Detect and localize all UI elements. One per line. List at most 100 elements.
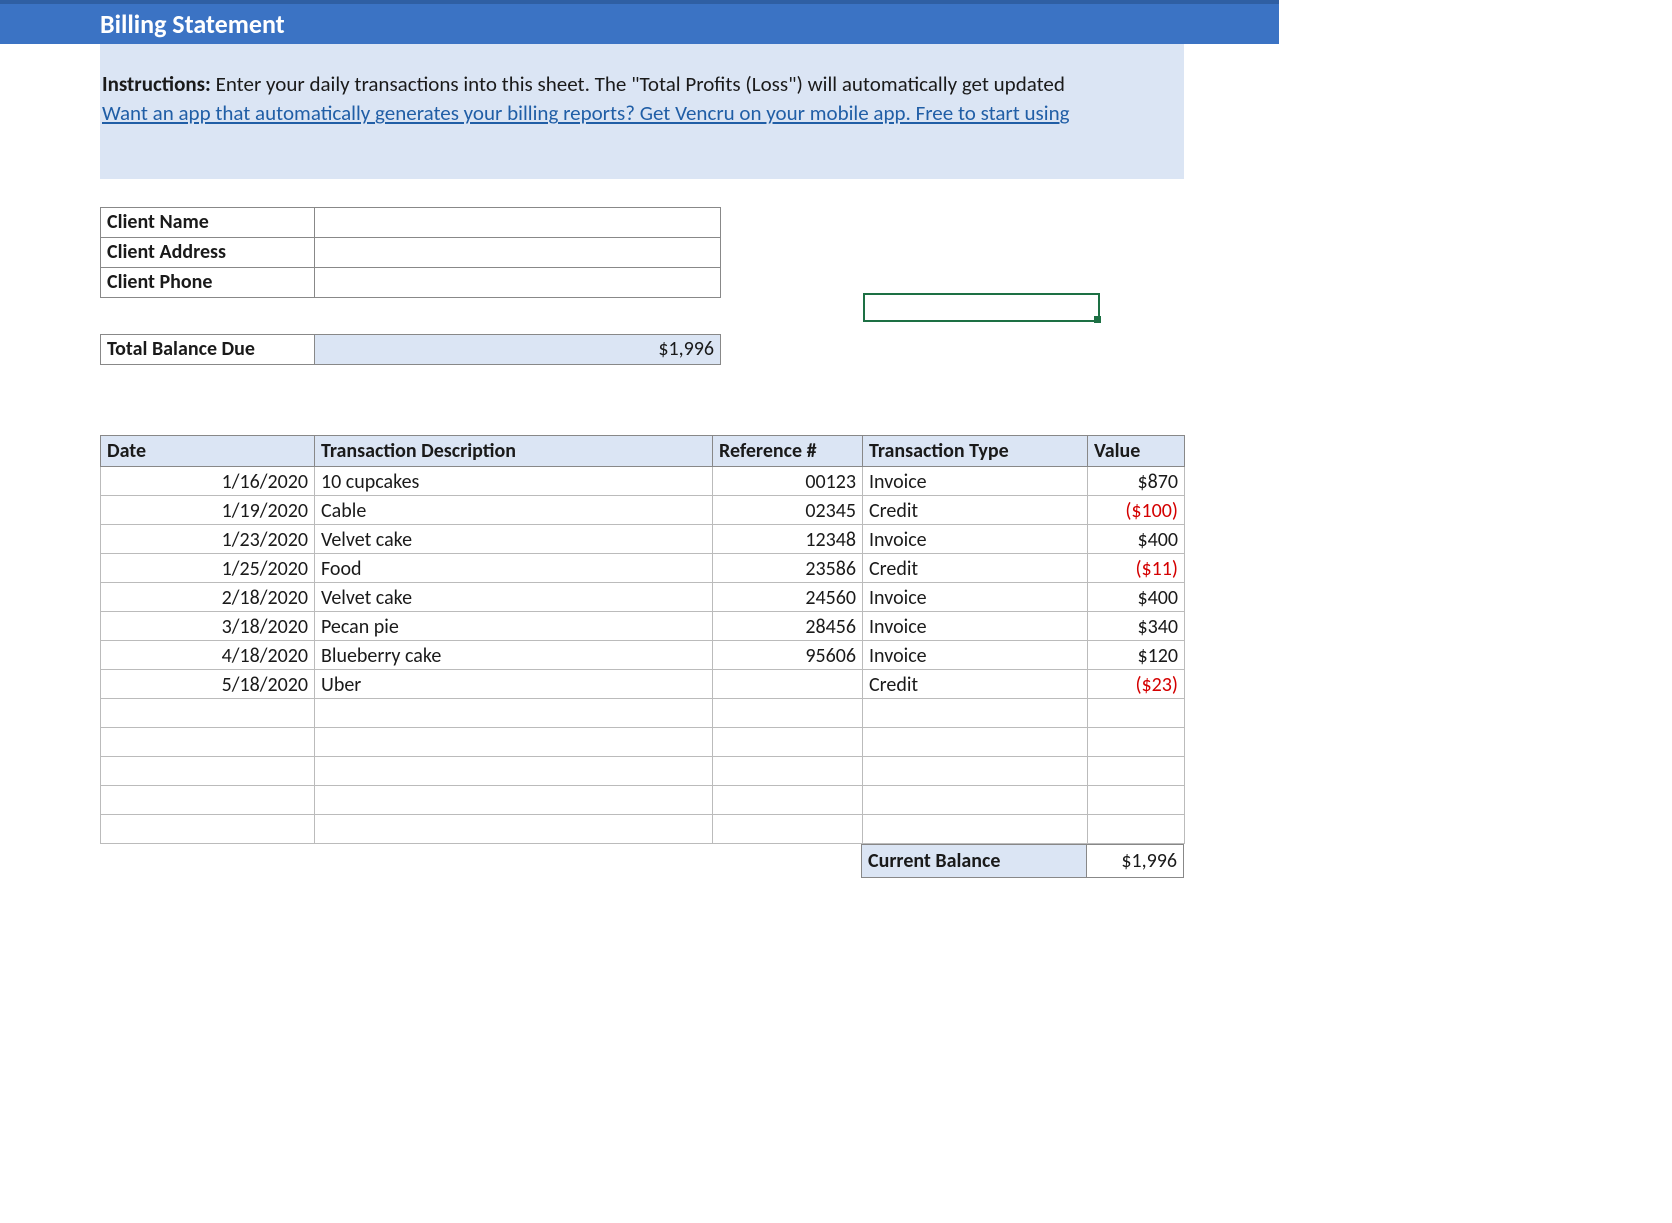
cell-date[interactable] [101,756,315,785]
cell-value[interactable] [1088,727,1185,756]
cell-ref[interactable]: 02345 [713,495,863,524]
cell-date[interactable]: 2/18/2020 [101,582,315,611]
cell-date[interactable]: 1/25/2020 [101,553,315,582]
tx-header-row: Date Transaction Description Reference #… [101,435,1185,466]
cell-desc[interactable]: Velvet cake [315,582,713,611]
cell-type[interactable] [863,756,1088,785]
instructions-lead: Instructions: [102,71,211,97]
cell-value[interactable]: ($11) [1088,553,1185,582]
client-phone-cell[interactable] [315,267,721,297]
cell-type[interactable]: Credit [863,669,1088,698]
cell-date[interactable] [101,814,315,843]
cell-date[interactable]: 4/18/2020 [101,640,315,669]
cell-ref[interactable] [713,785,863,814]
cell-type[interactable]: Credit [863,495,1088,524]
cell-type[interactable] [863,727,1088,756]
th-ref[interactable]: Reference # [713,435,863,466]
table-row [101,756,1185,785]
instructions-panel: Instructions: Enter your daily transacti… [100,44,1184,179]
client-address-row: Client Address [101,237,721,267]
table-row: 3/18/2020Pecan pie28456Invoice$340 [101,611,1185,640]
cell-ref[interactable] [713,756,863,785]
instructions-body: Enter your daily transactions into this … [211,71,1065,97]
cell-desc[interactable] [315,727,713,756]
client-address-cell[interactable] [315,237,721,267]
cell-desc[interactable]: Uber [315,669,713,698]
cell-type[interactable] [863,814,1088,843]
table-row: 1/25/2020Food23586Credit($11) [101,553,1185,582]
total-balance-row: Total Balance Due $1,996 [101,334,721,364]
client-name-label: Client Name [101,207,315,237]
cell-value[interactable] [1088,785,1185,814]
cell-type[interactable]: Invoice [863,524,1088,553]
instructions-link[interactable]: Want an app that automatically generates… [102,100,1070,126]
cell-ref[interactable]: 00123 [713,466,863,495]
cell-type[interactable]: Invoice [863,582,1088,611]
cell-ref[interactable]: 12348 [713,524,863,553]
title-bar: Billing Statement [0,0,1279,44]
client-table: Client Name Client Address Client Phone [100,207,721,298]
cell-ref[interactable]: 23586 [713,553,863,582]
cell-value[interactable] [1088,698,1185,727]
cell-value[interactable]: $870 [1088,466,1185,495]
balance-table: Total Balance Due $1,996 [100,334,721,365]
current-balance-table: Current Balance $1,996 [861,844,1184,878]
cell-desc[interactable] [315,814,713,843]
cell-date[interactable]: 5/18/2020 [101,669,315,698]
table-row: 1/23/2020Velvet cake12348Invoice$400 [101,524,1185,553]
th-value[interactable]: Value [1088,435,1185,466]
cell-value[interactable]: $120 [1088,640,1185,669]
total-balance-value[interactable]: $1,996 [315,334,721,364]
cell-desc[interactable]: Pecan pie [315,611,713,640]
cell-date[interactable] [101,785,315,814]
cell-desc[interactable]: Velvet cake [315,524,713,553]
cell-date[interactable]: 1/16/2020 [101,466,315,495]
table-row: 1/16/202010 cupcakes00123Invoice$870 [101,466,1185,495]
th-desc[interactable]: Transaction Description [315,435,713,466]
table-row: 1/19/2020Cable02345Credit($100) [101,495,1185,524]
cell-value[interactable] [1088,756,1185,785]
th-date[interactable]: Date [101,435,315,466]
table-row [101,698,1185,727]
current-balance-label: Current Balance [862,844,1087,877]
table-row [101,785,1185,814]
cell-value[interactable]: ($100) [1088,495,1185,524]
cell-desc[interactable]: Blueberry cake [315,640,713,669]
cell-ref[interactable]: 95606 [713,640,863,669]
cell-date[interactable] [101,727,315,756]
cell-ref[interactable] [713,698,863,727]
page-title: Billing Statement [100,8,285,40]
cell-desc[interactable] [315,756,713,785]
table-row [101,727,1185,756]
client-name-cell[interactable] [315,207,721,237]
cell-date[interactable]: 1/19/2020 [101,495,315,524]
cell-desc[interactable]: Cable [315,495,713,524]
cell-type[interactable]: Invoice [863,640,1088,669]
cell-value[interactable]: ($23) [1088,669,1185,698]
cell-type[interactable]: Credit [863,553,1088,582]
cell-date[interactable] [101,698,315,727]
cell-date[interactable]: 1/23/2020 [101,524,315,553]
cell-type[interactable] [863,785,1088,814]
cell-desc[interactable]: 10 cupcakes [315,466,713,495]
selected-cell-outline[interactable] [863,293,1100,322]
cell-desc[interactable] [315,698,713,727]
th-type[interactable]: Transaction Type [863,435,1088,466]
cell-value[interactable]: $340 [1088,611,1185,640]
cell-ref[interactable]: 28456 [713,611,863,640]
table-row: 2/18/2020Velvet cake24560Invoice$400 [101,582,1185,611]
cell-value[interactable]: $400 [1088,524,1185,553]
cell-value[interactable] [1088,814,1185,843]
cell-ref[interactable] [713,727,863,756]
cell-type[interactable]: Invoice [863,466,1088,495]
cell-ref[interactable]: 24560 [713,582,863,611]
cell-type[interactable]: Invoice [863,611,1088,640]
cell-date[interactable]: 3/18/2020 [101,611,315,640]
cell-type[interactable] [863,698,1088,727]
cell-ref[interactable] [713,669,863,698]
cell-desc[interactable]: Food [315,553,713,582]
cell-desc[interactable] [315,785,713,814]
cell-ref[interactable] [713,814,863,843]
table-row [101,814,1185,843]
cell-value[interactable]: $400 [1088,582,1185,611]
